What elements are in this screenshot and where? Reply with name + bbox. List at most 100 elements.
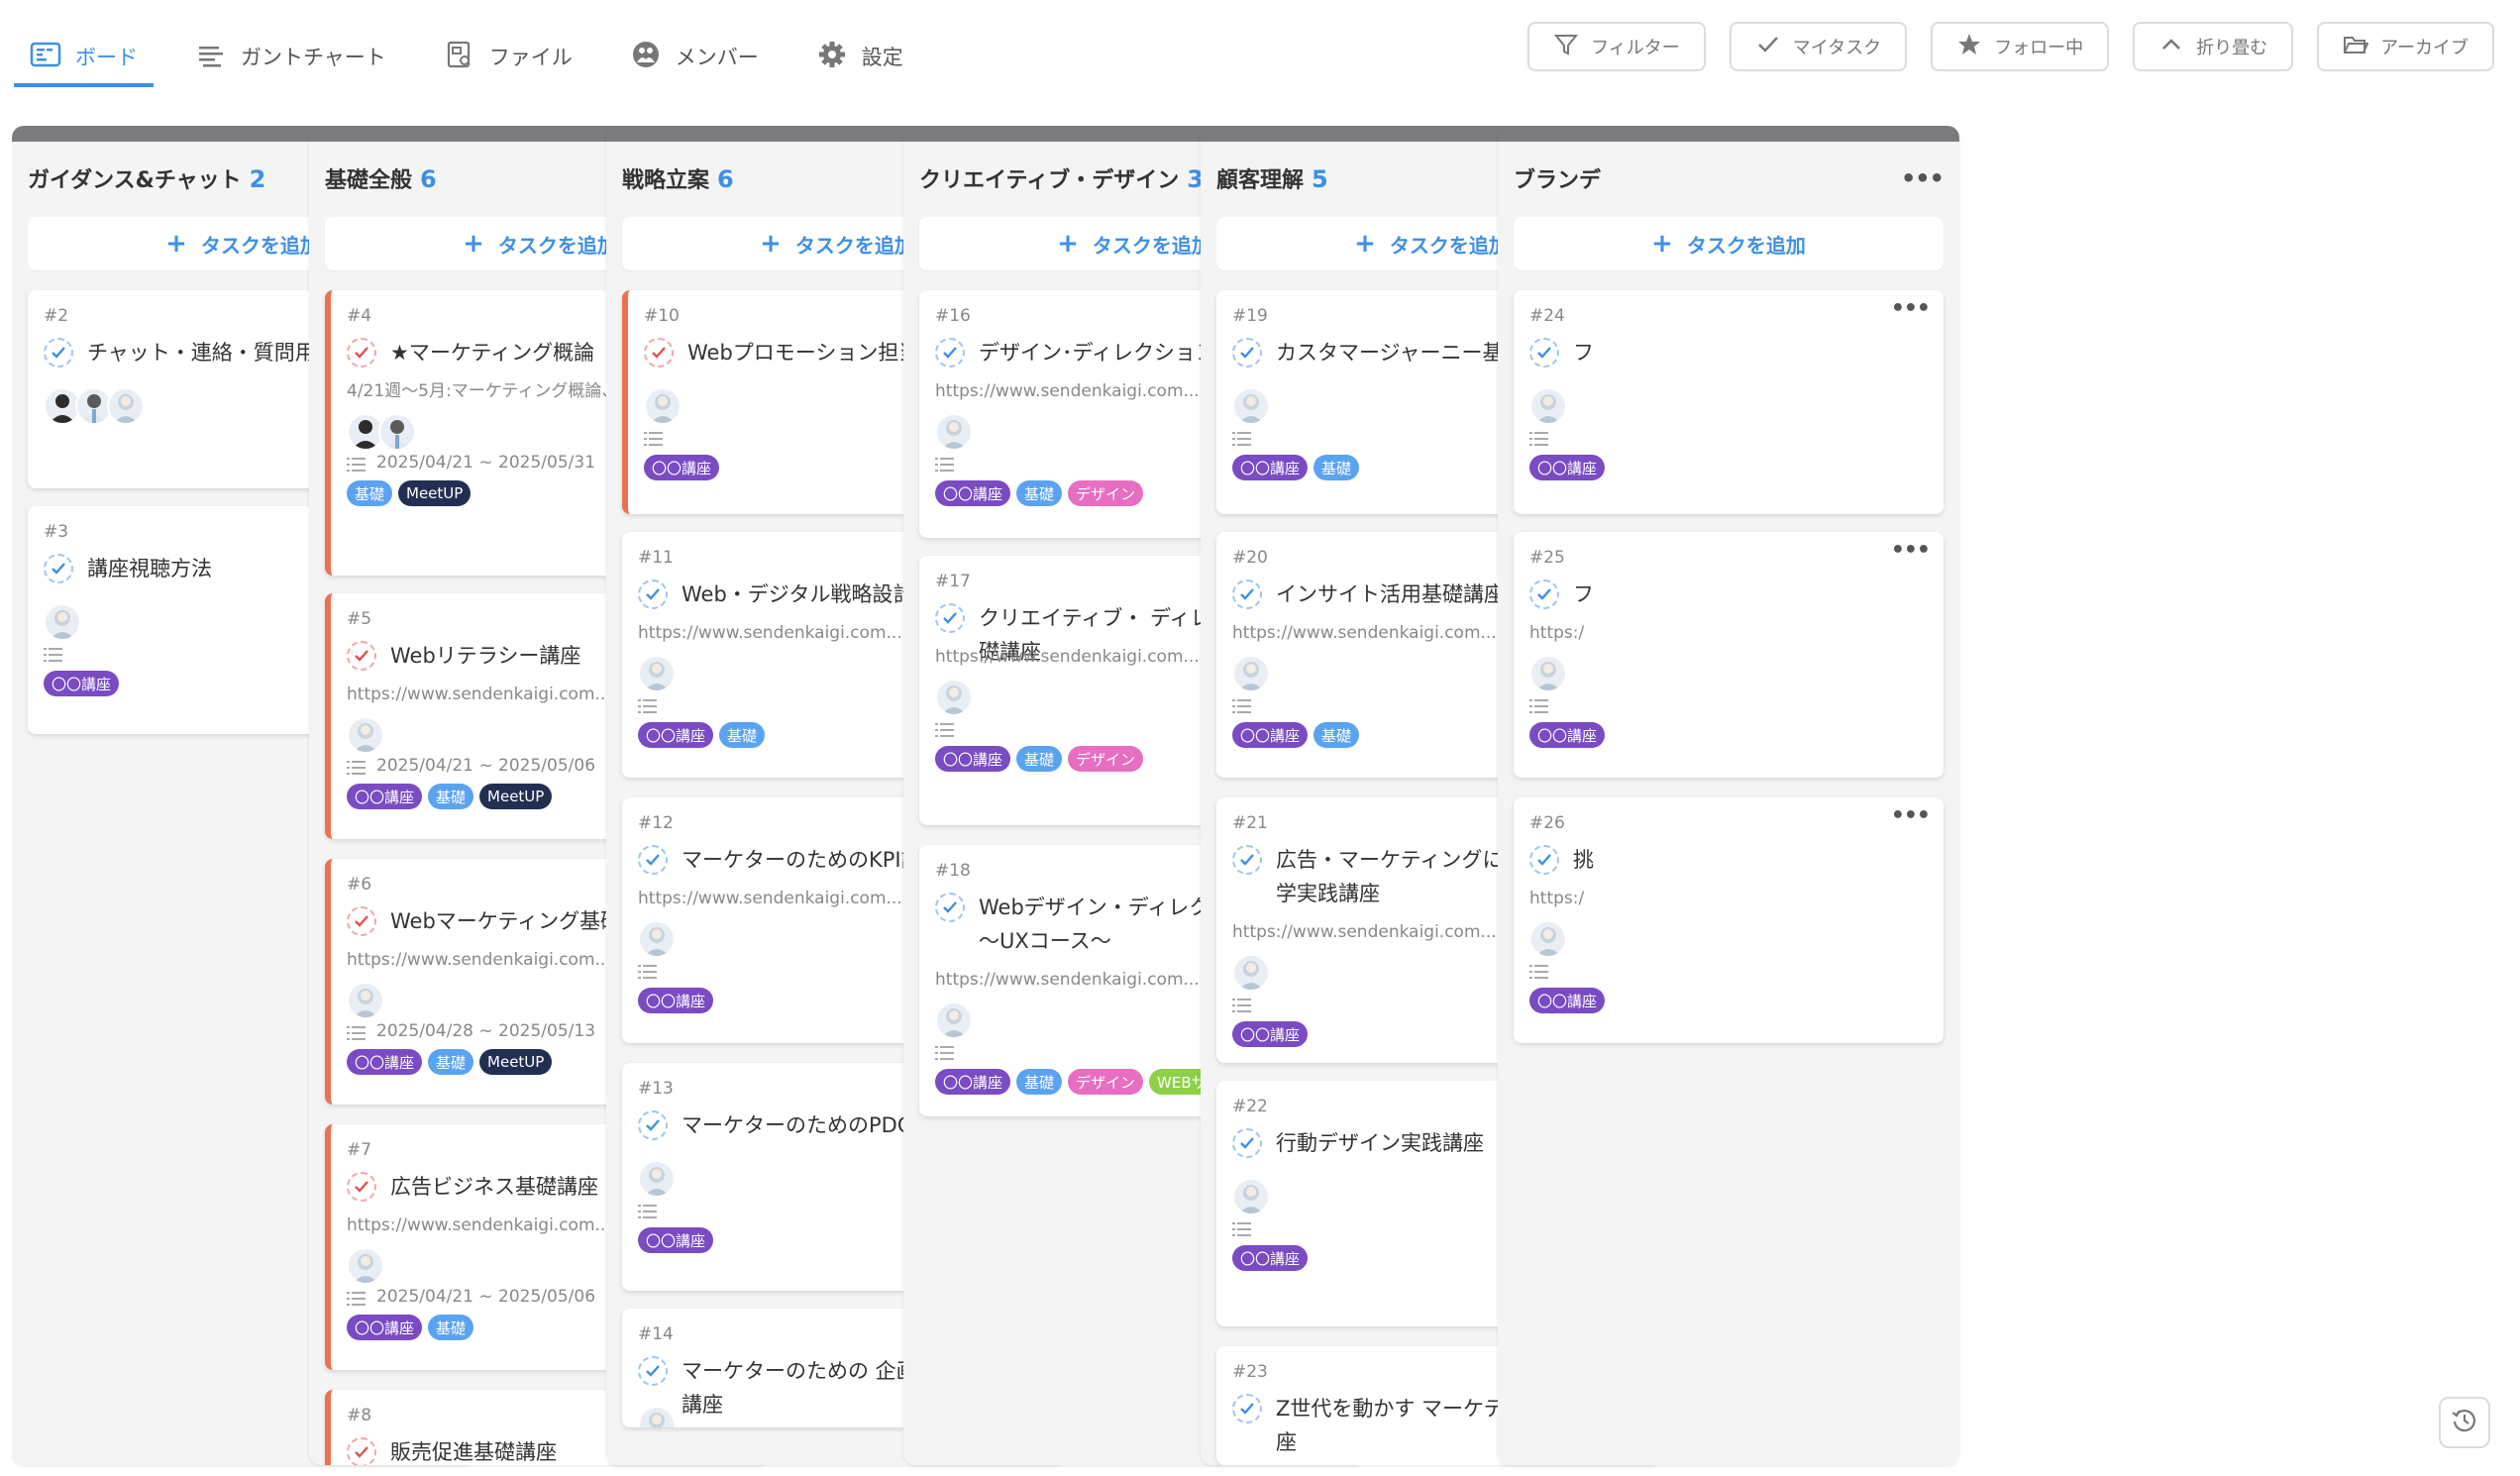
collapse-label: 折り畳む xyxy=(2196,38,2268,58)
following-button[interactable]: フォロー中 xyxy=(1931,22,2110,71)
assignee-avatars xyxy=(638,1406,676,1427)
complete-check-icon[interactable] xyxy=(638,580,668,609)
subtask-list-icon xyxy=(347,1291,368,1307)
column-menu-icon[interactable]: ••• xyxy=(1901,166,1944,190)
task-tags: 〇〇講座 xyxy=(44,671,120,696)
filter-button[interactable]: フィルター xyxy=(1527,22,1706,71)
complete-check-icon[interactable] xyxy=(1529,580,1559,609)
complete-check-icon[interactable] xyxy=(935,338,965,368)
task-id: #10 xyxy=(644,306,680,326)
filter-icon xyxy=(1553,32,1579,62)
history-button[interactable] xyxy=(2439,1397,2490,1448)
column-title: ブランデ xyxy=(1514,162,1601,194)
column-name: クリエイティブ・デザイン xyxy=(919,168,1180,193)
task-id: #24 xyxy=(1529,306,1565,326)
assignee-avatars xyxy=(935,1002,973,1039)
complete-check-icon[interactable] xyxy=(1529,338,1559,368)
column-count: 6 xyxy=(717,165,734,193)
complete-check-icon[interactable] xyxy=(44,338,73,368)
add-task-button[interactable]: + タスクを追加 xyxy=(1514,217,1943,270)
tag-badge: 〇〇講座 xyxy=(1529,988,1606,1013)
task-tags: 〇〇講座 xyxy=(1529,988,1606,1013)
complete-check-icon[interactable] xyxy=(347,641,376,671)
complete-check-icon[interactable] xyxy=(347,906,376,936)
complete-check-icon[interactable] xyxy=(935,893,965,922)
complete-check-icon[interactable] xyxy=(644,338,674,368)
tag-badge: 〇〇講座 xyxy=(1232,1021,1309,1047)
tag-badge: 〇〇講座 xyxy=(347,784,423,809)
complete-check-icon[interactable] xyxy=(347,1437,376,1465)
column-title: クリエイティブ・デザイン 3 xyxy=(919,162,1204,194)
avatar xyxy=(644,387,682,425)
column-title: ガイダンス&チャット 2 xyxy=(28,162,265,194)
task-title: Webリテラシー講座 xyxy=(390,644,581,668)
task-id: #17 xyxy=(935,572,971,591)
tag-badge: デザイン xyxy=(1068,1069,1144,1095)
tab-members[interactable]: メンバー xyxy=(614,30,775,83)
assignee-avatars xyxy=(1232,1178,1270,1215)
task-tags: 〇〇講座 xyxy=(638,988,714,1013)
assignee-avatars xyxy=(644,387,682,425)
task-description: https:/ xyxy=(1529,623,1585,643)
column-title: 戦略立案 6 xyxy=(622,162,734,194)
complete-check-icon[interactable] xyxy=(1232,1394,1262,1423)
complete-check-icon[interactable] xyxy=(1232,580,1262,609)
tab-board[interactable]: ボード xyxy=(14,30,154,87)
task-title: 販売促進基礎講座 xyxy=(390,1440,557,1464)
avatar xyxy=(1529,387,1567,425)
complete-check-icon[interactable] xyxy=(347,1172,376,1202)
task-title: 講座視聴方法 xyxy=(87,557,212,580)
tag-badge: 基礎 xyxy=(1016,746,1063,772)
tab-files[interactable]: ファイル xyxy=(428,30,588,83)
complete-check-icon[interactable] xyxy=(1232,845,1262,875)
task-card[interactable]: ••• #26 挑 https:/ 〇〇講座 xyxy=(1514,797,1943,1043)
add-task-label: タスクを追加 xyxy=(1389,233,1509,258)
assignee-avatars xyxy=(1232,655,1270,692)
task-card[interactable]: ••• #25 フ https:/ 〇〇講座 xyxy=(1514,532,1943,778)
tag-badge: 〇〇講座 xyxy=(935,1069,1011,1095)
subtask-list-icon xyxy=(638,1204,660,1219)
tab-gantt[interactable]: ガントチャート xyxy=(179,30,402,83)
tag-badge: 基礎 xyxy=(428,1315,474,1340)
board-actions: フィルター マイタスク フォロー中 折り畳む アーカイブ xyxy=(1527,22,2494,71)
card-menu-icon[interactable]: ••• xyxy=(1891,296,1931,321)
complete-check-icon[interactable] xyxy=(1529,845,1559,875)
column: ブランデ ••• + タスクを追加 ••• #24 フ〇〇講座 ••• #25 フ https:/〇… xyxy=(1498,126,1959,1465)
tag-badge: 基礎 xyxy=(1016,1069,1063,1095)
complete-check-icon[interactable] xyxy=(1232,338,1262,368)
task-title: フ xyxy=(1573,582,1594,606)
complete-check-icon[interactable] xyxy=(638,1110,668,1140)
column-header: ブランデ ••• xyxy=(1514,158,1944,199)
task-tags: 〇〇講座 基礎 xyxy=(1232,722,1360,748)
tab-settings[interactable]: 設定 xyxy=(800,30,919,83)
card-menu-icon[interactable]: ••• xyxy=(1891,803,1931,828)
complete-check-icon[interactable] xyxy=(638,1356,668,1386)
tag-badge: 〇〇講座 xyxy=(935,746,1011,772)
complete-check-icon[interactable] xyxy=(1232,1128,1262,1158)
collapse-button[interactable]: 折り畳む xyxy=(2133,22,2294,71)
complete-check-icon[interactable] xyxy=(44,554,73,583)
avatar xyxy=(935,413,973,451)
tag-badge: デザイン xyxy=(1068,480,1144,506)
archive-button[interactable]: アーカイブ xyxy=(2317,22,2494,71)
task-tags: 〇〇講座 基礎 デザイン xyxy=(935,480,1144,506)
complete-check-icon[interactable] xyxy=(935,603,965,633)
my-tasks-button[interactable]: マイタスク xyxy=(1729,22,1908,71)
complete-check-icon[interactable] xyxy=(638,845,668,875)
add-task-label: タスクを追加 xyxy=(1092,233,1211,258)
add-task-label: タスクを追加 xyxy=(497,233,617,258)
task-title: フ xyxy=(1573,341,1594,365)
tag-badge: MeetUP xyxy=(479,784,553,809)
task-id: #4 xyxy=(347,306,372,326)
avatar xyxy=(638,655,676,692)
task-tags: 〇〇講座 基礎 MeetUP xyxy=(347,784,553,809)
complete-check-icon[interactable] xyxy=(347,338,376,368)
subtask-list-icon xyxy=(1232,998,1254,1013)
task-card[interactable]: ••• #24 フ〇〇講座 xyxy=(1514,290,1943,514)
task-id: #13 xyxy=(638,1079,674,1099)
tag-badge: 基礎 xyxy=(428,784,474,809)
tag-badge: 〇〇講座 xyxy=(638,722,714,748)
tab-label: ファイル xyxy=(488,46,573,69)
card-menu-icon[interactable]: ••• xyxy=(1891,538,1931,563)
task-id: #26 xyxy=(1529,813,1565,833)
